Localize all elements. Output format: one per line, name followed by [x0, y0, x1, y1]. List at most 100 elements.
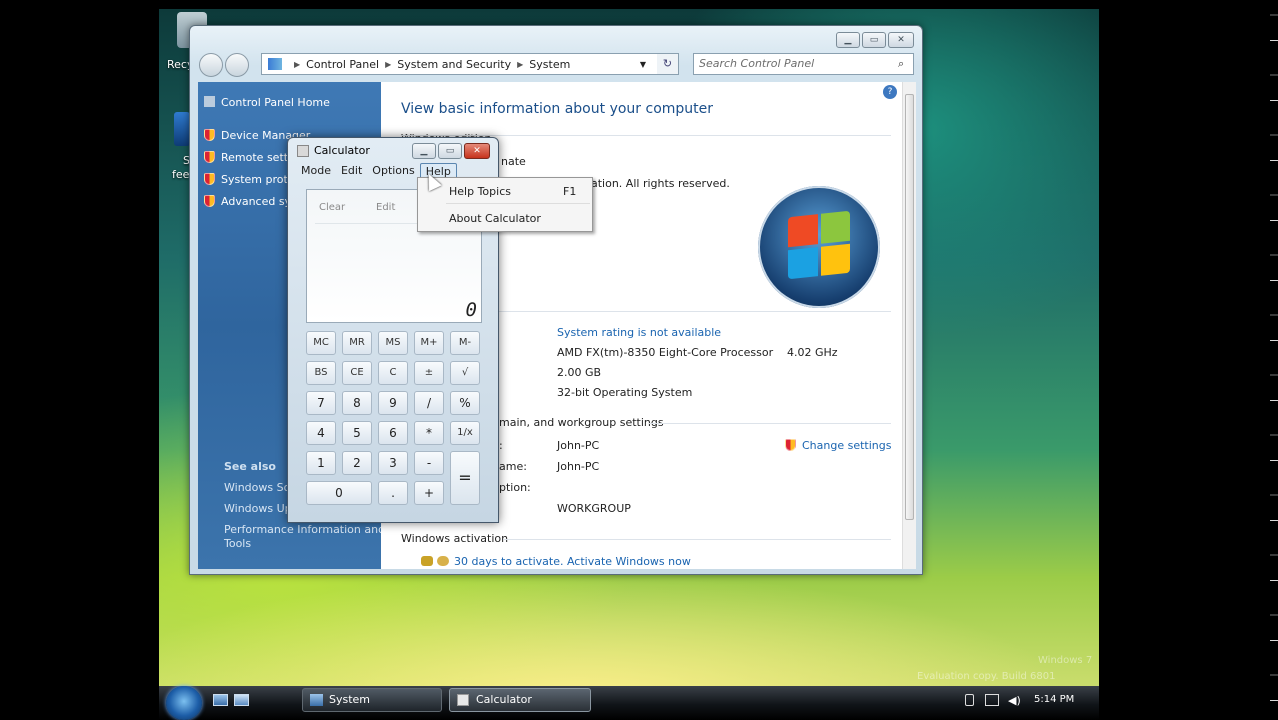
taskbar	[159, 686, 1099, 720]
sidebar-item-remote-settings[interactable]: Remote setti	[204, 151, 291, 164]
key-8[interactable]: 8	[342, 391, 372, 415]
display-edit-button[interactable]: Edit	[376, 202, 395, 213]
close-button[interactable]: ✕	[464, 143, 490, 159]
switch-windows-icon[interactable]	[234, 694, 249, 706]
vertical-scrollbar[interactable]	[902, 82, 916, 569]
key-plus-minus[interactable]: ±	[414, 361, 444, 385]
minimize-button[interactable]: ▁	[836, 32, 860, 48]
refresh-icon[interactable]: ↻	[657, 53, 679, 75]
key-c[interactable]: C	[378, 361, 408, 385]
start-button[interactable]	[166, 686, 202, 720]
key-multiply[interactable]: *	[414, 421, 444, 445]
menu-item-about-calculator[interactable]: About Calculator	[449, 212, 541, 225]
window-caption-buttons: ▁ ▭ ✕	[836, 32, 914, 48]
taskbar-clock[interactable]: 5:14 PM	[1034, 694, 1074, 705]
key-backspace[interactable]: BS	[306, 361, 336, 385]
see-also-tools[interactable]: Tools	[224, 537, 251, 550]
processor-value: AMD FX(tm)-8350 Eight-Core Processor	[557, 346, 774, 359]
key-3[interactable]: 3	[378, 451, 408, 475]
taskbar-button-calculator[interactable]: Calculator	[449, 688, 591, 712]
menu-mode[interactable]: Mode	[296, 163, 336, 181]
close-button[interactable]: ✕	[888, 32, 914, 48]
network-tray-icon[interactable]	[965, 694, 974, 706]
menu-separator	[446, 203, 590, 204]
scroll-thumb[interactable]	[905, 94, 914, 520]
taskbar-calculator-label: Calculator	[476, 693, 532, 706]
key-add[interactable]: +	[414, 481, 444, 505]
search-input[interactable]: Search Control Panel	[693, 53, 914, 75]
key-0[interactable]: 0	[306, 481, 372, 505]
watermark-line-1: Windows 7	[1038, 655, 1093, 666]
key-ce[interactable]: CE	[342, 361, 372, 385]
key-7[interactable]: 7	[306, 391, 336, 415]
key-mc[interactable]: MC	[306, 331, 336, 355]
sidebar-item-system-protection[interactable]: System prote	[204, 173, 295, 186]
key-6[interactable]: 6	[378, 421, 408, 445]
maximize-button[interactable]: ▭	[862, 32, 886, 48]
minimize-button[interactable]: ▁	[412, 143, 436, 159]
key-decimal[interactable]: .	[378, 481, 408, 505]
ram-value: 2.00 GB	[557, 366, 602, 379]
breadcrumb-system[interactable]: System	[529, 58, 570, 71]
see-also-performance[interactable]: Performance Information and	[224, 523, 385, 536]
key-subtract[interactable]: -	[414, 451, 444, 475]
key-1[interactable]: 1	[306, 451, 336, 475]
sidebar-home[interactable]: Control Panel Home	[204, 96, 330, 109]
shield-icon	[204, 129, 215, 141]
address-bar[interactable]: ▶ Control Panel ▶ System and Security ▶ …	[261, 53, 677, 75]
breadcrumb-system-security[interactable]: System and Security	[397, 58, 511, 71]
maximize-button[interactable]: ▭	[438, 143, 462, 159]
breadcrumb-chevron-icon: ▶	[517, 59, 524, 69]
sidebar-item-advanced-settings[interactable]: Advanced sy	[204, 195, 291, 208]
key-4[interactable]: 4	[306, 421, 336, 445]
workgroup-value: WORKGROUP	[557, 502, 631, 515]
key-5[interactable]: 5	[342, 421, 372, 445]
control-panel-icon	[268, 58, 282, 70]
key-reciprocal[interactable]: 1/x	[450, 421, 480, 445]
display-clear-button[interactable]: Clear	[319, 202, 345, 213]
menu-options[interactable]: Options	[367, 163, 419, 181]
see-also-windows-sideshow[interactable]: Windows So	[224, 481, 290, 494]
key-sqrt[interactable]: √	[450, 361, 480, 385]
key-divide[interactable]: /	[414, 391, 444, 415]
sidebar-home-label: Control Panel Home	[221, 96, 330, 109]
system-rating-link[interactable]: System rating is not available	[557, 326, 721, 339]
activate-windows-link[interactable]: 30 days to activate. Activate Windows no…	[421, 555, 691, 568]
key-9[interactable]: 9	[378, 391, 408, 415]
sidebar-item-label: System prote	[221, 173, 295, 186]
menu-item-help-topics-shortcut: F1	[563, 185, 577, 198]
forward-button[interactable]	[225, 53, 249, 77]
network-section-title: main, and workgroup settings	[499, 416, 664, 429]
action-center-tray-icon[interactable]	[985, 694, 999, 706]
calculator-caption-buttons: ▁ ▭ ✕	[412, 143, 490, 159]
key-equals[interactable]: =	[450, 451, 480, 505]
see-also-windows-update[interactable]: Windows Up	[224, 502, 292, 515]
breadcrumb-chevron-icon: ▶	[385, 59, 392, 69]
shield-icon	[204, 195, 215, 207]
key-mr[interactable]: MR	[342, 331, 372, 355]
key-percent[interactable]: %	[450, 391, 480, 415]
windows-flag-icon	[788, 210, 850, 280]
display-value: 0	[465, 299, 477, 321]
page-title: View basic information about your comput…	[401, 101, 714, 117]
key-ms[interactable]: MS	[378, 331, 408, 355]
key-2[interactable]: 2	[342, 451, 372, 475]
calculator-title: Calculator	[314, 144, 370, 157]
back-button[interactable]	[199, 53, 223, 77]
search-icon[interactable]: ⌕	[898, 57, 904, 71]
change-settings-link[interactable]: Change settings	[785, 439, 891, 452]
breadcrumb-control-panel[interactable]: Control Panel	[306, 58, 379, 71]
calculator-app-icon	[297, 145, 309, 157]
show-desktop-icon[interactable]	[213, 694, 228, 706]
volume-tray-icon[interactable]: ◀)	[1008, 694, 1021, 707]
taskbar-system-label: System	[329, 693, 371, 706]
key-mplus[interactable]: M+	[414, 331, 444, 355]
menu-item-help-topics[interactable]: Help Topics	[449, 185, 511, 198]
key-mminus[interactable]: M-	[450, 331, 480, 355]
full-name-label: ame:	[499, 460, 527, 473]
taskbar-button-system[interactable]: System	[302, 688, 442, 712]
menu-edit[interactable]: Edit	[336, 163, 367, 181]
feedback-icon[interactable]	[174, 112, 190, 146]
help-icon[interactable]: ?	[883, 85, 897, 99]
address-dropdown-icon[interactable]: ▼	[640, 60, 646, 69]
